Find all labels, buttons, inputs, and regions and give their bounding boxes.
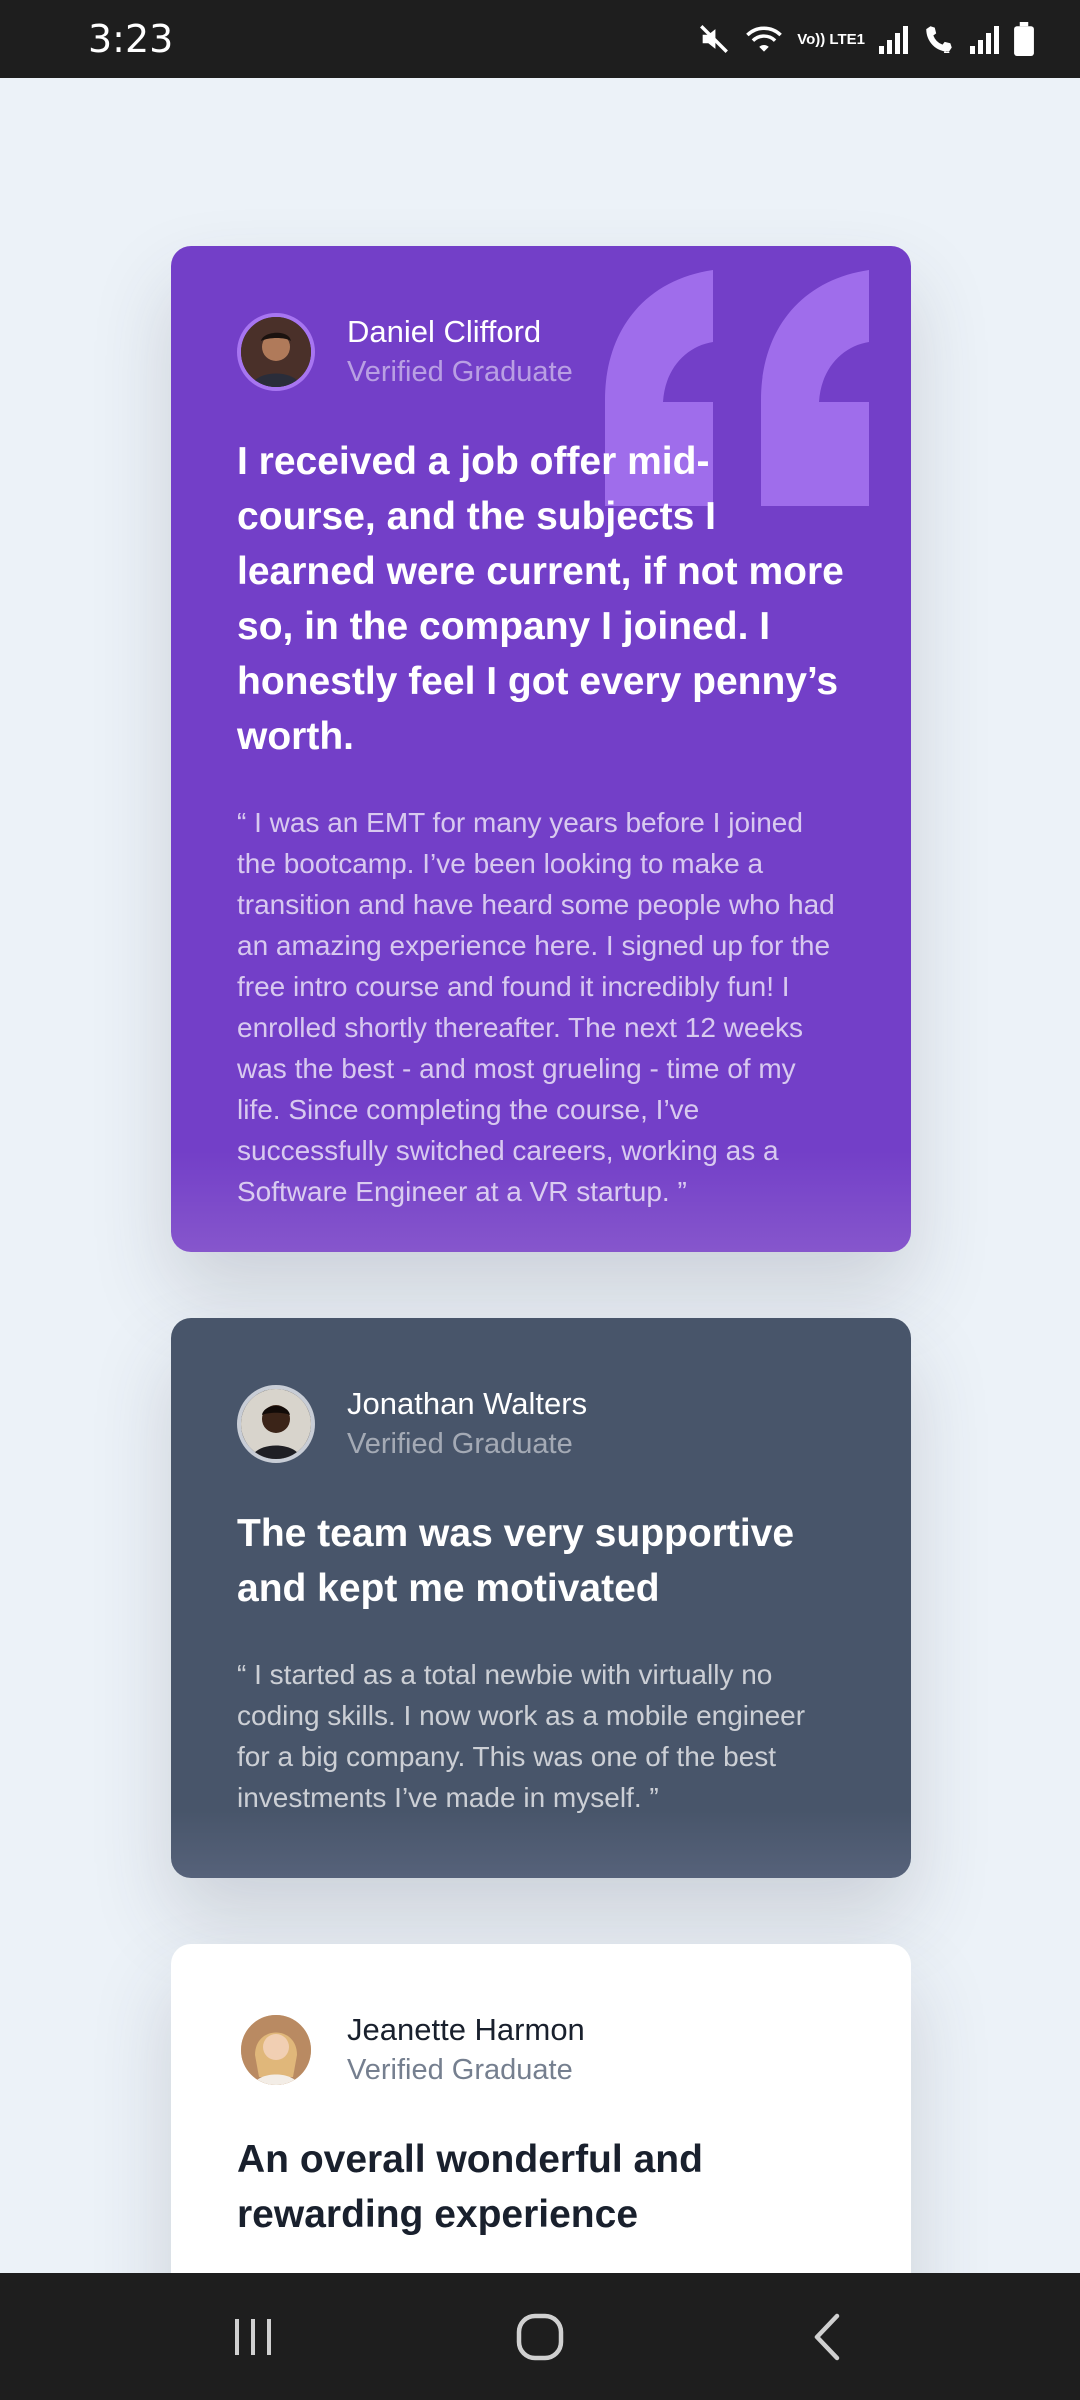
- status-time: 3:23: [88, 17, 174, 61]
- author-role: Verified Graduate: [347, 2054, 573, 2086]
- avatar: [237, 1385, 315, 1463]
- testimonial-headline: The team was very supportive and kept me…: [237, 1512, 795, 1610]
- author-name: Jonathan Walters: [347, 1386, 588, 1421]
- author-name: Jeanette Harmon: [347, 2012, 585, 2047]
- testimonial-headline: I received a job offer mid-course, and t…: [237, 440, 844, 758]
- author-name: Daniel Clifford: [347, 314, 542, 349]
- author-info: Daniel Clifford Verified Graduate: [237, 312, 845, 392]
- mute-icon: [697, 22, 731, 56]
- author-info: Jeanette Harmon Verified Graduate: [237, 2010, 845, 2090]
- avatar: [237, 2011, 315, 2089]
- recent-apps-icon[interactable]: [213, 2297, 293, 2377]
- author-role: Verified Graduate: [347, 356, 573, 388]
- back-icon[interactable]: [787, 2297, 867, 2377]
- battery-icon: [1013, 22, 1035, 56]
- wifi-calling-icon: 2: [922, 22, 956, 56]
- status-bar: 3:23 Vo)) LTE1 2: [0, 0, 1080, 78]
- network-type-label: Vo)) LTE1: [797, 30, 865, 48]
- testimonial-card: Jonathan Walters Verified Graduate The t…: [171, 1318, 911, 1878]
- svg-text:2: 2: [943, 42, 950, 56]
- author-info: Jonathan Walters Verified Graduate: [237, 1384, 845, 1464]
- navigation-bar: [0, 2273, 1080, 2400]
- status-icons: Vo)) LTE1 2: [697, 22, 1035, 56]
- signal-icon: [879, 24, 908, 54]
- testimonial-card: Jeanette Harmon Verified Graduate An ove…: [171, 1944, 911, 2273]
- testimonials-page: Daniel Clifford Verified Graduate I rece…: [0, 78, 1080, 2273]
- testimonial-headline: An overall wonderful and rewarding exper…: [237, 2138, 703, 2236]
- signal-icon: [970, 24, 999, 54]
- testimonial-body: “ I started as a total newbie with virtu…: [237, 1659, 806, 1813]
- testimonial-card: Daniel Clifford Verified Graduate I rece…: [171, 246, 911, 1252]
- testimonial-body: “ I was an EMT for many years before I j…: [237, 807, 835, 1207]
- author-role: Verified Graduate: [347, 1428, 573, 1460]
- avatar: [237, 313, 315, 391]
- home-icon[interactable]: [500, 2297, 580, 2377]
- wifi-icon: [745, 23, 783, 55]
